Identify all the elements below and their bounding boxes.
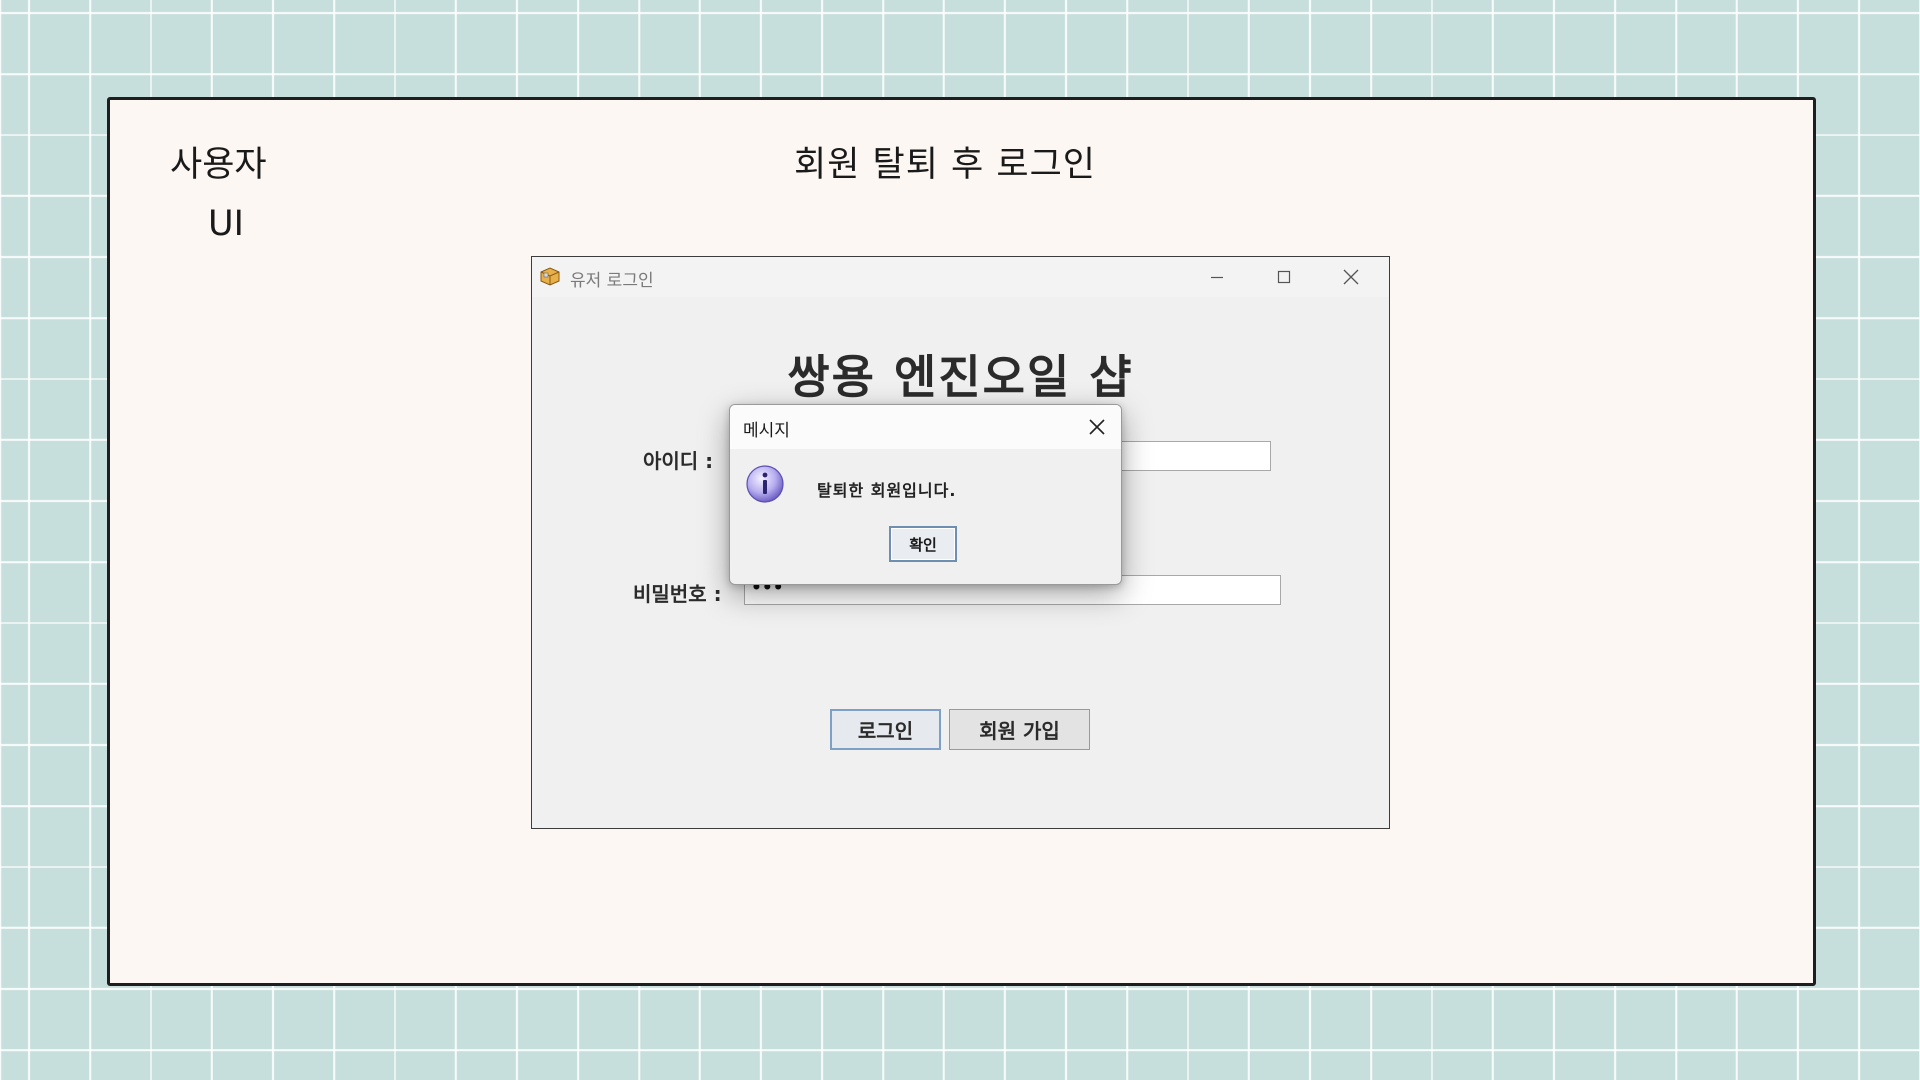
maximize-icon <box>1277 270 1291 284</box>
minimize-button[interactable] <box>1185 257 1249 297</box>
slide-label-ui: UI <box>208 204 244 244</box>
package-icon <box>539 266 561 286</box>
close-button[interactable] <box>1319 257 1383 297</box>
dialog-titlebar[interactable]: 메시지 <box>730 405 1121 449</box>
ok-button[interactable]: 확인 <box>889 526 957 562</box>
id-label: 아이디 : <box>643 449 714 473</box>
shop-title: 쌍용 엔진오일 샵 <box>787 350 1134 404</box>
message-dialog: 메시지 탈퇴한 회원입니다. 확인 <box>729 404 1122 585</box>
slide-label-user: 사용자 <box>170 145 267 185</box>
window-titlebar[interactable]: 유저 로그인 <box>532 257 1389 297</box>
dialog-close-button[interactable] <box>1079 409 1115 445</box>
slide-title: 회원 탈퇴 후 로그인 <box>794 145 1096 185</box>
close-icon <box>1089 419 1105 435</box>
password-label: 비밀번호 : <box>633 582 722 606</box>
dialog-message: 탈퇴한 회원입니다. <box>817 481 957 500</box>
signup-button[interactable]: 회원 가입 <box>949 709 1090 750</box>
minimize-icon <box>1211 276 1223 279</box>
dialog-title: 메시지 <box>743 421 790 441</box>
login-button[interactable]: 로그인 <box>830 709 941 750</box>
close-icon <box>1343 269 1359 285</box>
info-icon <box>745 464 785 504</box>
window-title: 유저 로그인 <box>570 271 654 291</box>
maximize-button[interactable] <box>1252 257 1316 297</box>
